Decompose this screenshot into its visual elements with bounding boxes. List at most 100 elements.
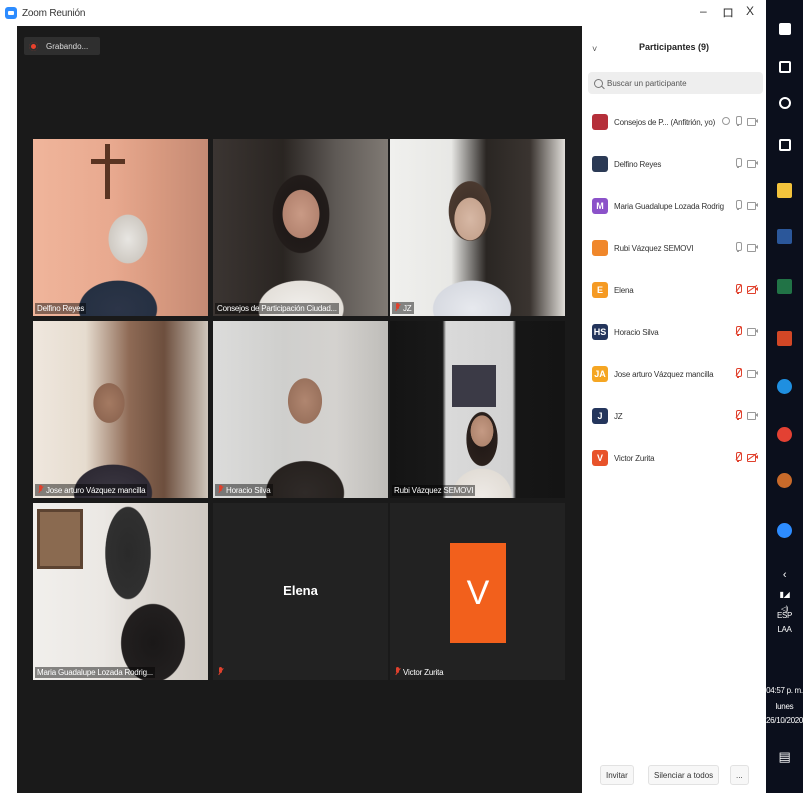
chrome-icon[interactable] (774, 424, 795, 445)
camera-off-icon[interactable] (747, 284, 758, 294)
participant-name: Horacio Silva (614, 327, 659, 337)
clock-time[interactable]: 04:57 p. m. (766, 686, 803, 696)
participant-row[interactable]: Rubi Vázquez SEMOVI (592, 237, 764, 259)
avatar (592, 114, 608, 130)
mic-icon[interactable] (735, 158, 742, 168)
mic-muted-icon[interactable] (735, 284, 742, 294)
windows-taskbar: ESP LAA 04:57 p. m. lunes 26/10/2020 ‹ ▮◢ ◁) ▤ (766, 0, 803, 793)
recording-indicator[interactable]: Grabando... (24, 37, 100, 55)
participant-name-label: Horacio Silva (215, 484, 273, 496)
video-tile[interactable]: Horacio Silva (213, 321, 388, 498)
video-feed (33, 321, 208, 498)
file-explorer-icon[interactable] (774, 180, 795, 201)
search-placeholder: Buscar un participante (607, 78, 687, 88)
participant-row[interactable]: E Elena (592, 279, 764, 301)
mic-muted-icon[interactable] (735, 410, 742, 420)
participant-status-icons (735, 410, 758, 420)
network-icon[interactable]: ▮◢ (766, 590, 803, 600)
chevron-left-icon[interactable]: ‹ (766, 570, 803, 581)
camera-icon[interactable] (747, 327, 758, 336)
participant-name: JZ (614, 411, 623, 421)
notification-icon[interactable]: ▤ (766, 750, 803, 763)
maximize-button[interactable]: ロ (722, 4, 734, 21)
mic-muted-icon (394, 303, 401, 312)
participant-status-icons (735, 284, 758, 294)
participant-row[interactable]: V Victor Zurita (592, 447, 764, 469)
mic-muted-icon[interactable] (735, 452, 742, 462)
windows-icon[interactable] (774, 18, 795, 39)
mic-muted-icon[interactable] (735, 368, 742, 378)
camera-icon[interactable] (747, 201, 758, 210)
participant-row[interactable]: JA Jose arturo Vázquez mancilla (592, 363, 764, 385)
record-icon (29, 41, 38, 51)
clock-date[interactable]: 26/10/2020 (766, 716, 803, 726)
participant-status-icons (735, 242, 758, 252)
participant-row[interactable]: Delfino Reyes (592, 153, 764, 175)
mute-all-button[interactable]: Silenciar a todos (648, 765, 720, 785)
mic-muted-icon (37, 485, 44, 494)
zoom-icon[interactable] (774, 520, 795, 541)
participant-name-label: JZ (392, 302, 414, 314)
camera-icon[interactable] (747, 369, 758, 378)
participant-row[interactable]: Consejos de P... (Anfitrión, yo) (592, 111, 764, 133)
cross-decoration (105, 144, 110, 199)
participant-name: Elena (614, 285, 634, 295)
chrome-alt-icon[interactable] (774, 470, 795, 491)
task-view-icon[interactable] (774, 134, 795, 155)
participant-status-icons (735, 326, 758, 336)
more-options-button[interactable]: ... (730, 765, 749, 785)
avatar: J (592, 408, 608, 424)
participant-name: Maria Guadalupe Lozada Rodrig... (614, 201, 724, 211)
mic-icon[interactable] (735, 200, 742, 210)
minimize-button[interactable]: – (700, 4, 707, 18)
camera-icon[interactable] (747, 159, 758, 168)
video-feed (213, 139, 388, 316)
window-title: Zoom Reunión (22, 7, 86, 19)
video-tile[interactable]: Rubi Vázquez SEMOVI (390, 321, 565, 498)
participant-row[interactable]: J JZ (592, 405, 764, 427)
recording-label: Grabando... (46, 41, 89, 51)
participant-status-icons (735, 452, 758, 462)
clock-day[interactable]: lunes (766, 702, 803, 712)
video-tile[interactable]: Delfino Reyes (33, 139, 208, 316)
participant-name-label: Delfino Reyes (35, 303, 87, 314)
word-icon[interactable] (774, 226, 795, 247)
avatar (592, 240, 608, 256)
volume-icon[interactable]: ◁) (766, 605, 803, 615)
powerpoint-icon[interactable] (774, 328, 795, 349)
participant-row[interactable]: HS Horacio Silva (592, 321, 764, 343)
participant-name-label: Jose arturo Vázquez mancilla (35, 484, 148, 496)
mic-muted-icon[interactable] (735, 326, 742, 336)
search-icon[interactable] (774, 56, 795, 77)
video-tile[interactable]: JZ (390, 139, 565, 316)
participant-status-icons (735, 368, 758, 378)
mic-icon[interactable] (735, 116, 742, 126)
participant-row[interactable]: M Maria Guadalupe Lozada Rodrig... (592, 195, 764, 217)
camera-icon[interactable] (747, 243, 758, 252)
search-icon (594, 78, 603, 88)
wall-picture-decoration (452, 365, 496, 407)
excel-icon[interactable] (774, 276, 795, 297)
video-tile-active-speaker[interactable]: Maria Guadalupe Lozada Rodrig... (33, 503, 208, 680)
participant-name-label: Victor Zurita (392, 666, 445, 678)
video-tile[interactable]: Jose arturo Vázquez mancilla (33, 321, 208, 498)
video-tile-no-video[interactable]: V Victor Zurita (390, 503, 565, 680)
share-status-icon (722, 117, 730, 125)
close-button[interactable]: X (746, 4, 754, 18)
camera-off-icon[interactable] (747, 452, 758, 462)
avatar (592, 156, 608, 172)
cortana-icon[interactable] (774, 92, 795, 113)
camera-icon[interactable] (747, 411, 758, 420)
video-tile[interactable]: Consejos de Participación Ciudad... (213, 139, 388, 316)
avatar: HS (592, 324, 608, 340)
participant-name-label: Rubi Vázquez SEMOVI (392, 485, 476, 496)
video-tile-no-video[interactable]: Elena (213, 503, 388, 680)
participant-search-input[interactable]: Buscar un participante (588, 72, 763, 94)
participants-panel: ˅ Participantes (9) Buscar un participan… (582, 26, 766, 793)
invite-button[interactable]: Invitar (600, 765, 634, 785)
taskbar-layout[interactable]: LAA (766, 625, 803, 635)
panel-footer: Invitar Silenciar a todos ... (582, 759, 766, 793)
camera-icon[interactable] (747, 117, 758, 126)
mic-icon[interactable] (735, 242, 742, 252)
edge-icon[interactable] (774, 376, 795, 397)
